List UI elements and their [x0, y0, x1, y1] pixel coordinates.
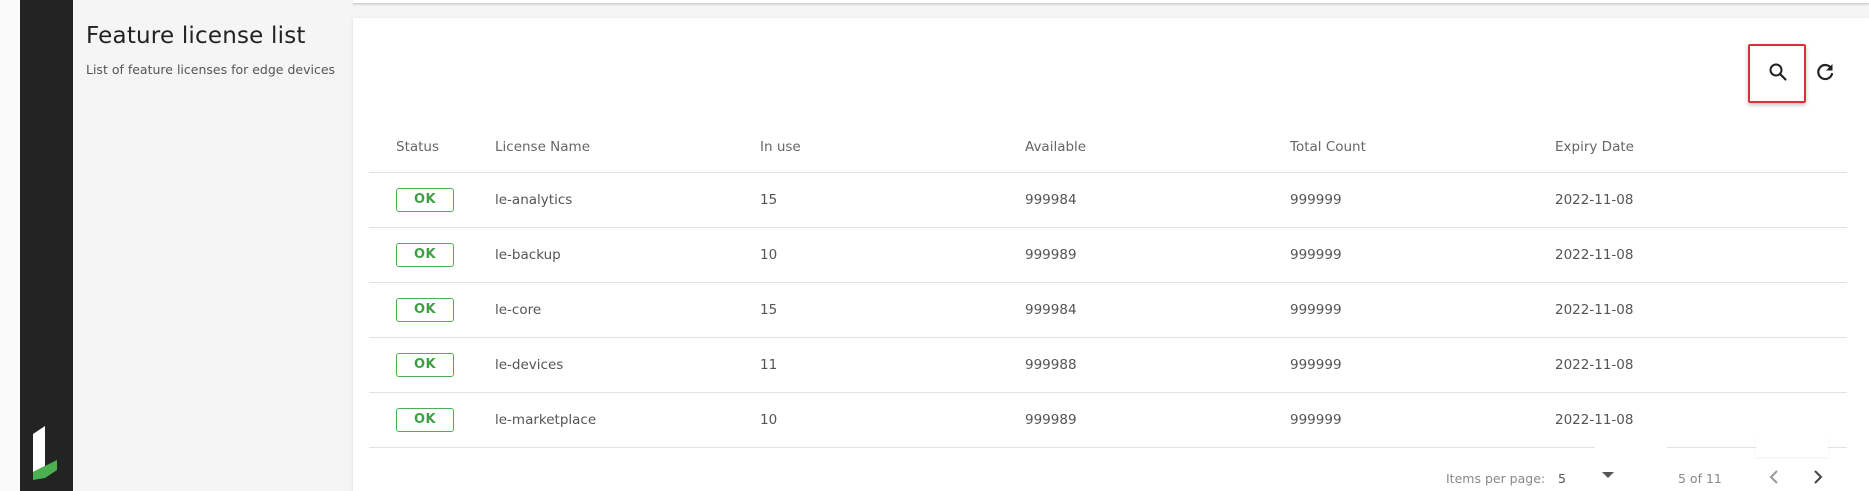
available-cell: 999989 [1025, 412, 1077, 428]
in-use-cell: 15 [760, 302, 778, 318]
column-header-total-count[interactable]: Total Count [1290, 122, 1366, 172]
license-table: Status License Name In use Available Tot… [369, 122, 1847, 448]
expiry-date-cell: 2022-11-08 [1555, 357, 1634, 373]
total-count-cell: 999999 [1290, 357, 1342, 373]
table-row[interactable]: OK le-analytics 15 999984 999999 2022-11… [369, 173, 1847, 228]
section-subtitle: List of feature licenses for edge device… [86, 62, 336, 77]
total-count-cell: 999999 [1290, 247, 1342, 263]
table-row[interactable]: OK le-core 15 999984 999999 2022-11-08 [369, 283, 1847, 338]
license-name-cell: le-core [495, 302, 542, 318]
column-header-available[interactable]: Available [1025, 122, 1086, 172]
left-rail [0, 0, 20, 491]
paginator: Items per page: 5 5 of 11 [1440, 461, 1860, 491]
column-header-status[interactable]: Status [396, 122, 439, 172]
sidebar [20, 0, 73, 491]
section-header: Feature license list List of feature lic… [86, 20, 346, 78]
total-count-cell: 999999 [1290, 192, 1342, 208]
in-use-cell: 10 [760, 247, 778, 263]
total-count-cell: 999999 [1290, 302, 1342, 318]
brand-logo-icon [33, 426, 57, 480]
license-name-cell: le-backup [495, 247, 561, 263]
status-cell: OK [396, 338, 454, 392]
status-badge: OK [396, 243, 454, 267]
expiry-date-cell: 2022-11-08 [1555, 412, 1634, 428]
table-row[interactable]: OK le-devices 11 999988 999999 2022-11-0… [369, 338, 1847, 393]
search-icon [1769, 63, 1787, 81]
total-count-cell: 999999 [1290, 412, 1342, 428]
expiry-date-cell: 2022-11-08 [1555, 247, 1634, 263]
expiry-date-cell: 2022-11-08 [1555, 302, 1634, 318]
license-name-cell: le-marketplace [495, 412, 597, 428]
chevron-right-icon[interactable] [1806, 465, 1830, 489]
tooltip-fragment [1595, 440, 1667, 460]
available-cell: 999984 [1025, 302, 1077, 318]
column-header-expiry-date[interactable]: Expiry Date [1555, 122, 1634, 172]
available-cell: 999984 [1025, 192, 1077, 208]
section-title: Feature license list [86, 23, 306, 49]
search-button[interactable] [1759, 53, 1797, 91]
license-name-cell: le-devices [495, 357, 564, 373]
in-use-cell: 15 [760, 192, 778, 208]
previous-card-edge [353, 0, 1869, 4]
status-badge: OK [396, 298, 454, 322]
status-cell: OK [396, 393, 454, 447]
tooltip-fragment [1756, 437, 1828, 457]
column-header-in-use[interactable]: In use [760, 122, 801, 172]
table-row[interactable]: OK le-backup 10 999989 999999 2022-11-08 [369, 228, 1847, 283]
status-badge: OK [396, 353, 454, 377]
expiry-date-cell: 2022-11-08 [1555, 192, 1634, 208]
page: Feature license list List of feature lic… [0, 0, 1869, 491]
in-use-cell: 11 [760, 357, 778, 373]
chevron-left-icon[interactable] [1762, 465, 1786, 489]
page-range-label: 5 of 11 [1678, 471, 1722, 486]
status-cell: OK [396, 228, 454, 282]
available-cell: 999989 [1025, 247, 1077, 263]
available-cell: 999988 [1025, 357, 1077, 373]
status-badge: OK [396, 408, 454, 432]
refresh-icon [1817, 63, 1834, 81]
status-badge: OK [396, 188, 454, 212]
items-per-page-select[interactable]: 5 [1558, 471, 1566, 486]
status-cell: OK [396, 283, 454, 337]
items-per-page-label: Items per page: [1446, 471, 1546, 486]
status-cell: OK [396, 173, 454, 227]
table-header: Status License Name In use Available Tot… [369, 122, 1847, 173]
column-header-license-name[interactable]: License Name [495, 122, 590, 172]
refresh-button[interactable] [1806, 53, 1844, 91]
in-use-cell: 10 [760, 412, 778, 428]
chevron-down-icon[interactable] [1602, 472, 1614, 478]
license-name-cell: le-analytics [495, 192, 573, 208]
